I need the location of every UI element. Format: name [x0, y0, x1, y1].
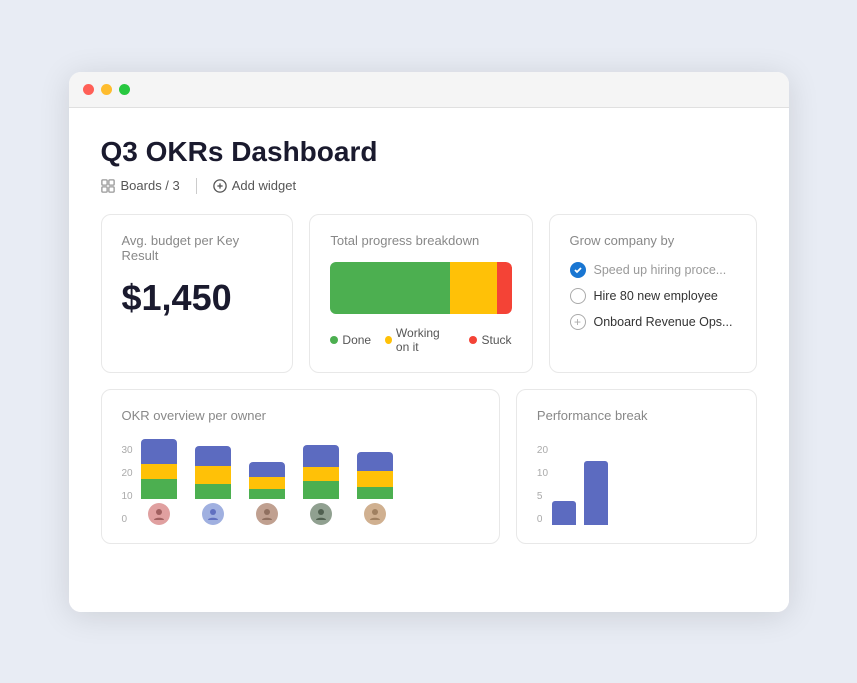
legend-dot-stuck — [469, 336, 477, 344]
bar-4-green — [303, 481, 339, 499]
bar-group-3 — [249, 462, 285, 525]
okr-item-3-text: Onboard Revenue Ops... — [594, 315, 733, 329]
bar-1-blue — [141, 439, 177, 464]
bar-working — [450, 262, 498, 314]
okr-item-3[interactable]: + Onboard Revenue Ops... — [570, 314, 736, 330]
boards-icon — [101, 179, 115, 193]
performance-card-title: Performance break — [537, 408, 736, 423]
bar-4 — [303, 445, 339, 499]
okr-list: Speed up hiring proce... Hire 80 new emp… — [570, 262, 736, 330]
add-widget-button[interactable]: Add widget — [213, 178, 296, 193]
plus-circle-icon — [213, 179, 227, 193]
breadcrumb-text: Boards / 3 — [121, 178, 180, 193]
legend-done: Done — [330, 326, 371, 354]
overview-chart-container: 30 20 10 0 — [122, 437, 479, 525]
budget-card: Avg. budget per Key Result $1,450 — [101, 214, 294, 373]
bar-2 — [195, 446, 231, 499]
legend-stuck-label: Stuck — [481, 333, 511, 347]
overview-card-title: OKR overview per owner — [122, 408, 479, 423]
bar-1 — [141, 439, 177, 499]
bar-4-yellow — [303, 467, 339, 481]
bar-3-green — [249, 489, 285, 499]
bar-group-2 — [195, 446, 231, 525]
bar-done — [330, 262, 449, 314]
perf-bar-1 — [552, 501, 576, 525]
dot-red[interactable] — [83, 84, 94, 95]
browser-window: Q3 OKRs Dashboard Boards / 3 Add widg — [69, 72, 789, 612]
bar-3-blue — [249, 462, 285, 477]
add-widget-label: Add widget — [232, 178, 296, 193]
bar-4-blue — [303, 445, 339, 467]
bar-5-blue — [357, 452, 393, 471]
bar-stuck — [497, 262, 511, 314]
breadcrumb-bar: Boards / 3 Add widget — [101, 178, 757, 194]
overview-chart — [137, 445, 397, 525]
progress-stacked-bar — [330, 262, 511, 314]
grow-card-title: Grow company by — [570, 233, 736, 248]
perf-y-axis: 20 10 5 0 — [537, 445, 552, 525]
bar-group-4 — [303, 445, 339, 525]
overview-card: OKR overview per owner 30 20 10 0 — [101, 389, 500, 544]
legend-working: Working on it — [385, 326, 455, 354]
avatar-1 — [148, 503, 170, 525]
budget-card-value: $1,450 — [122, 277, 273, 319]
progress-card: Total progress breakdown Done Working on… — [309, 214, 532, 373]
bar-1-green — [141, 479, 177, 499]
bar-5-green — [357, 487, 393, 499]
bar-2-blue — [195, 446, 231, 466]
performance-card: Performance break 20 10 5 0 — [516, 389, 757, 544]
avatar-3 — [256, 503, 278, 525]
bar-5-yellow — [357, 471, 393, 487]
budget-card-title: Avg. budget per Key Result — [122, 233, 273, 263]
breadcrumb-divider — [196, 178, 197, 194]
bar-3-yellow — [249, 477, 285, 489]
circle-icon-2 — [570, 288, 586, 304]
bar-group-5 — [357, 452, 393, 525]
widgets-row: Avg. budget per Key Result $1,450 Total … — [101, 214, 757, 373]
bar-5 — [357, 452, 393, 499]
breadcrumb[interactable]: Boards / 3 — [101, 178, 180, 193]
bar-2-green — [195, 484, 231, 499]
overview-y-axis: 30 20 10 0 — [122, 445, 137, 525]
browser-titlebar — [69, 72, 789, 108]
perf-chart — [552, 445, 608, 525]
perf-bar-2 — [584, 461, 608, 525]
check-icon-1 — [570, 262, 586, 278]
dot-green[interactable] — [119, 84, 130, 95]
legend-dot-done — [330, 336, 338, 344]
browser-content: Q3 OKRs Dashboard Boards / 3 Add widg — [69, 108, 789, 612]
legend-stuck: Stuck — [469, 326, 511, 354]
progress-legend: Done Working on it Stuck — [330, 326, 511, 354]
okr-item-2[interactable]: Hire 80 new employee — [570, 288, 736, 304]
bar-3 — [249, 462, 285, 499]
bottom-row: OKR overview per owner 30 20 10 0 — [101, 389, 757, 544]
bar-1-yellow — [141, 464, 177, 479]
avatar-2 — [202, 503, 224, 525]
page-title: Q3 OKRs Dashboard — [101, 136, 757, 168]
plus-icon-3: + — [570, 314, 586, 330]
grow-card: Grow company by Speed up hiring proce...… — [549, 214, 757, 373]
perf-chart-container: 20 10 5 0 — [537, 437, 736, 525]
avatar-4 — [310, 503, 332, 525]
legend-done-label: Done — [342, 333, 371, 347]
legend-working-label: Working on it — [396, 326, 456, 354]
okr-item-1[interactable]: Speed up hiring proce... — [570, 262, 736, 278]
dot-yellow[interactable] — [101, 84, 112, 95]
progress-card-title: Total progress breakdown — [330, 233, 511, 248]
avatar-5 — [364, 503, 386, 525]
bar-2-yellow — [195, 466, 231, 484]
okr-item-1-text: Speed up hiring proce... — [594, 263, 727, 277]
legend-dot-working — [385, 336, 392, 344]
okr-item-2-text: Hire 80 new employee — [594, 289, 718, 303]
bar-group-1 — [141, 439, 177, 525]
